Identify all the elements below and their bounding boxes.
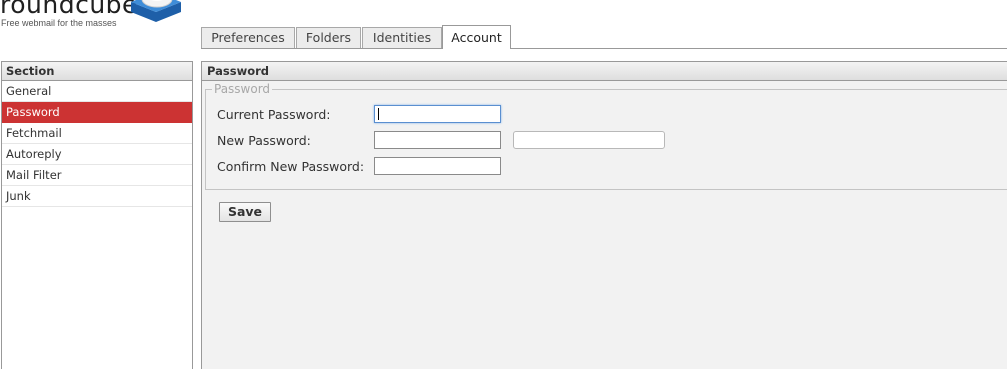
section-header: Section xyxy=(2,62,192,81)
section-item-fetchmail[interactable]: Fetchmail xyxy=(2,123,192,144)
section-item-autoreply[interactable]: Autoreply xyxy=(2,144,192,165)
current-password-input[interactable] xyxy=(374,105,501,123)
new-password-label: New Password: xyxy=(217,133,311,148)
current-password-label: Current Password: xyxy=(217,107,331,122)
tab-identities[interactable]: Identities xyxy=(362,27,442,48)
logo-wordmark: roundcube xyxy=(0,0,138,19)
section-item-general[interactable]: General xyxy=(2,81,192,102)
roundcube-settings-window: roundcube Free webmail for the masses Pr… xyxy=(0,0,1007,369)
fieldset-legend: Password xyxy=(212,82,273,96)
text-cursor xyxy=(378,108,379,120)
settings-tab-bar: Preferences Folders Identities Account xyxy=(201,25,1007,49)
save-button[interactable]: Save xyxy=(219,202,271,222)
new-password-input[interactable] xyxy=(374,131,501,149)
password-panel: Password Password Current Password: New … xyxy=(201,61,1007,369)
tab-folders[interactable]: Folders xyxy=(296,27,361,48)
section-item-mail-filter[interactable]: Mail Filter xyxy=(2,165,192,186)
password-strength-box xyxy=(513,131,665,149)
confirm-password-input[interactable] xyxy=(374,157,501,175)
logo-tagline: Free webmail for the masses xyxy=(1,18,117,28)
tab-preferences[interactable]: Preferences xyxy=(201,27,295,48)
roundcube-cube-icon xyxy=(131,0,181,22)
panel-title: Password xyxy=(202,62,1007,81)
roundcube-logo[interactable]: roundcube Free webmail for the masses xyxy=(0,0,190,30)
section-sidebar: Section General Password Fetchmail Autor… xyxy=(1,61,193,369)
section-item-password[interactable]: Password xyxy=(2,102,192,123)
tab-account[interactable]: Account xyxy=(442,25,511,49)
password-fieldset: Password Current Password: New Password:… xyxy=(205,82,1007,190)
section-item-junk[interactable]: Junk xyxy=(2,186,192,207)
confirm-password-label: Confirm New Password: xyxy=(217,159,365,174)
